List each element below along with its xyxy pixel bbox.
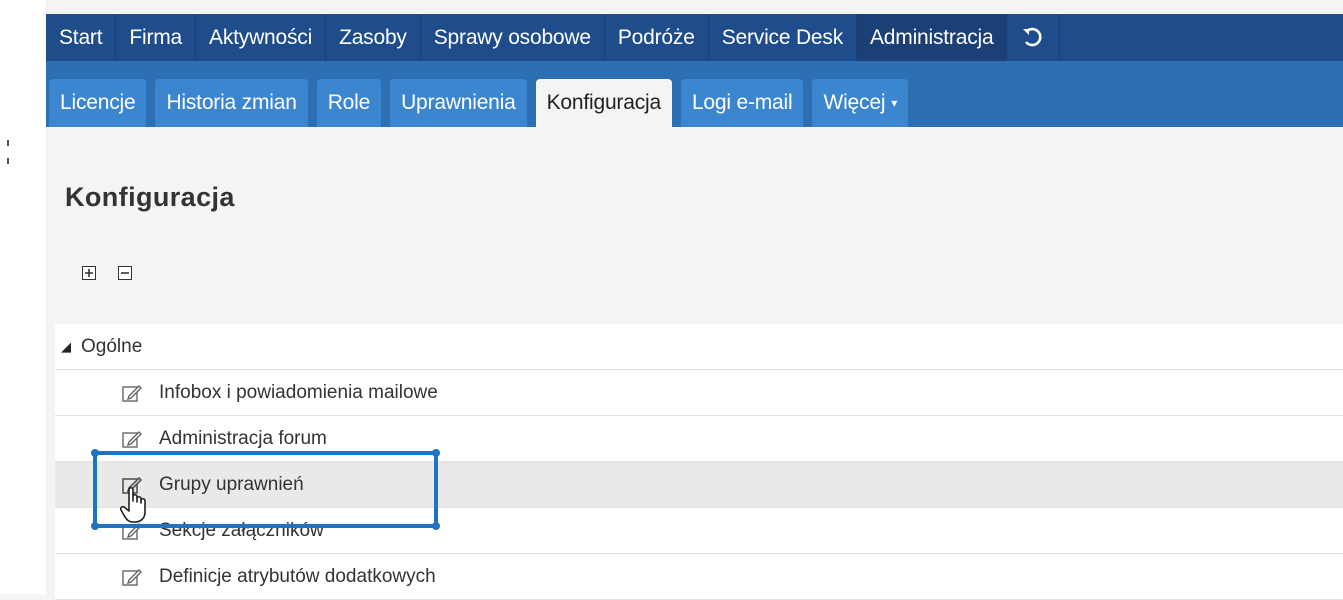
edit-icon [122, 523, 142, 540]
tab-konfiguracja[interactable]: Konfiguracja [535, 79, 672, 127]
expand-all-button[interactable] [82, 266, 96, 280]
edit-icon [122, 569, 142, 586]
tree-item[interactable]: Grupy uprawnień [55, 462, 1343, 508]
tree-item[interactable]: Sekcje załączników [55, 508, 1343, 554]
topnav-item-firma[interactable]: Firma [116, 14, 197, 61]
edit-icon [122, 431, 142, 448]
tree-item[interactable]: Definicje atrybutów dodatkowych [55, 554, 1343, 600]
left-edge [0, 0, 46, 594]
tree-item-label: Infobox i powiadomienia mailowe [159, 382, 438, 403]
topnav-item-administracja[interactable]: Administracja [857, 14, 1008, 61]
config-tree: ◢ Ogólne Infobox i powiadomienia mailowe… [55, 324, 1343, 600]
undo-icon [1023, 27, 1043, 46]
tree-item-label: Administracja forum [159, 428, 327, 449]
edit-icon [122, 476, 143, 494]
edit-icon [122, 385, 142, 402]
edge-tick [7, 158, 9, 164]
tab-wiecej[interactable]: Więcej ▾ [812, 79, 909, 127]
minus-square-icon [121, 272, 129, 274]
tree-item[interactable]: Administracja forum [55, 416, 1343, 462]
page-title: Konfiguracja [65, 182, 235, 212]
tree-item-label: Definicje atrybutów dodatkowych [159, 566, 436, 587]
tab-licencje[interactable]: Licencje [49, 79, 147, 127]
top-navigation: Start Firma Aktywności Zasoby Sprawy oso… [46, 14, 1343, 61]
caret-down-icon: ▾ [891, 96, 898, 111]
tab-logi-e-mail[interactable]: Logi e-mail [680, 79, 804, 127]
tree-item[interactable]: Infobox i powiadomienia mailowe [55, 370, 1343, 416]
edge-tick [7, 140, 9, 146]
collapse-all-button[interactable] [118, 266, 132, 280]
topnav-item-service-desk[interactable]: Service Desk [709, 14, 857, 61]
sub-navigation: Licencje Historia zmian Role Uprawnienia… [46, 61, 1343, 127]
topnav-item-sprawy-osobowe[interactable]: Sprawy osobowe [421, 14, 605, 61]
tab-historia-zmian[interactable]: Historia zmian [155, 79, 308, 127]
tab-wiecej-label: Więcej [823, 91, 886, 114]
tree-group-ogolne[interactable]: ◢ Ogólne [55, 324, 1343, 370]
tab-uprawnienia[interactable]: Uprawnienia [390, 79, 527, 127]
topnav-item-podroze[interactable]: Podróże [605, 14, 709, 61]
tree-item-label: Grupy uprawnień [159, 474, 304, 495]
tree-item-label: Sekcje załączników [159, 520, 324, 541]
topnav-item-aktywnosci[interactable]: Aktywności [196, 14, 327, 61]
triangle-down-icon[interactable]: ◢ [61, 324, 71, 370]
tab-role[interactable]: Role [316, 79, 382, 127]
undo-button[interactable] [1007, 14, 1061, 61]
tree-group-label: Ogólne [81, 336, 143, 357]
topnav-item-start[interactable]: Start [46, 14, 117, 61]
topnav-item-zasoby[interactable]: Zasoby [326, 14, 421, 61]
plus-square-icon [85, 269, 93, 277]
